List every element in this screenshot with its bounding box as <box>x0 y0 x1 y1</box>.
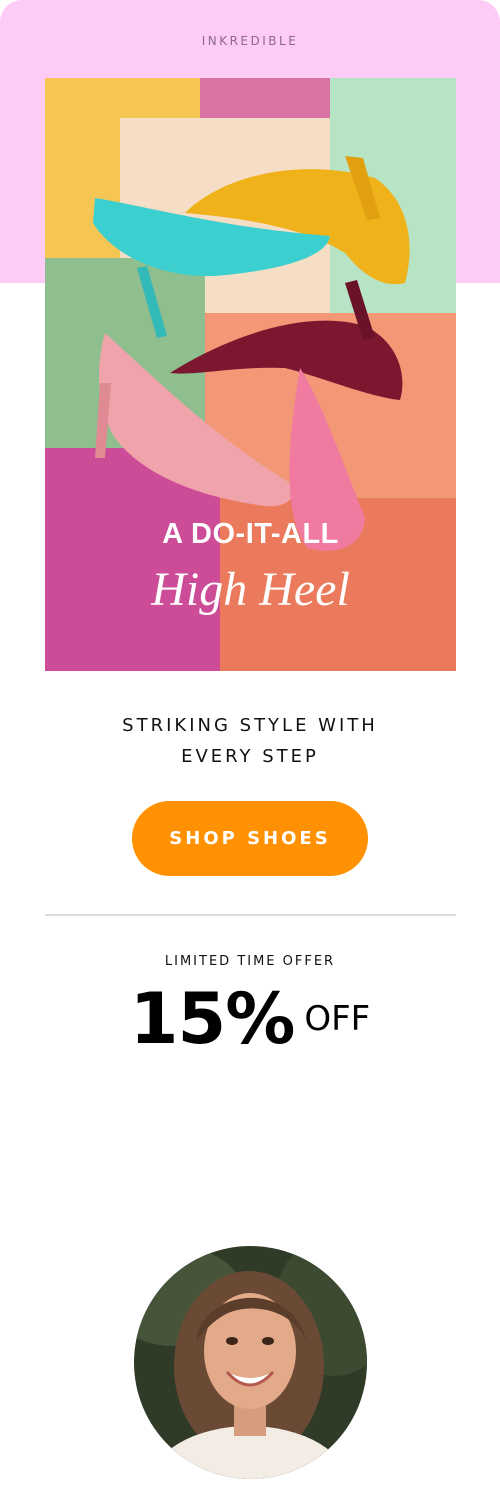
tagline-line-2: EVERY STEP <box>181 746 319 767</box>
offer-label: LIMITED TIME OFFER <box>164 954 336 969</box>
hero-title: A DO-IT-ALL <box>162 518 339 550</box>
offer-discount: 15% OFF <box>0 978 500 1060</box>
offer-percent: 15% <box>129 978 296 1060</box>
offer-suffix: OFF <box>304 999 371 1039</box>
tagline-line-1: STRIKING STYLE WITH <box>122 715 378 736</box>
hero-image[interactable]: A DO-IT-ALL High Heel <box>45 78 456 671</box>
avatar <box>134 1246 367 1479</box>
divider <box>45 914 456 916</box>
shop-shoes-button[interactable]: SHOP SHOES <box>132 801 368 876</box>
tagline: STRIKING STYLE WITH EVERY STEP <box>0 710 500 772</box>
brand-name: INKREDIBLE <box>201 34 299 48</box>
hero-script-title: High Heel <box>151 563 350 616</box>
portrait-illustration <box>134 1246 367 1479</box>
